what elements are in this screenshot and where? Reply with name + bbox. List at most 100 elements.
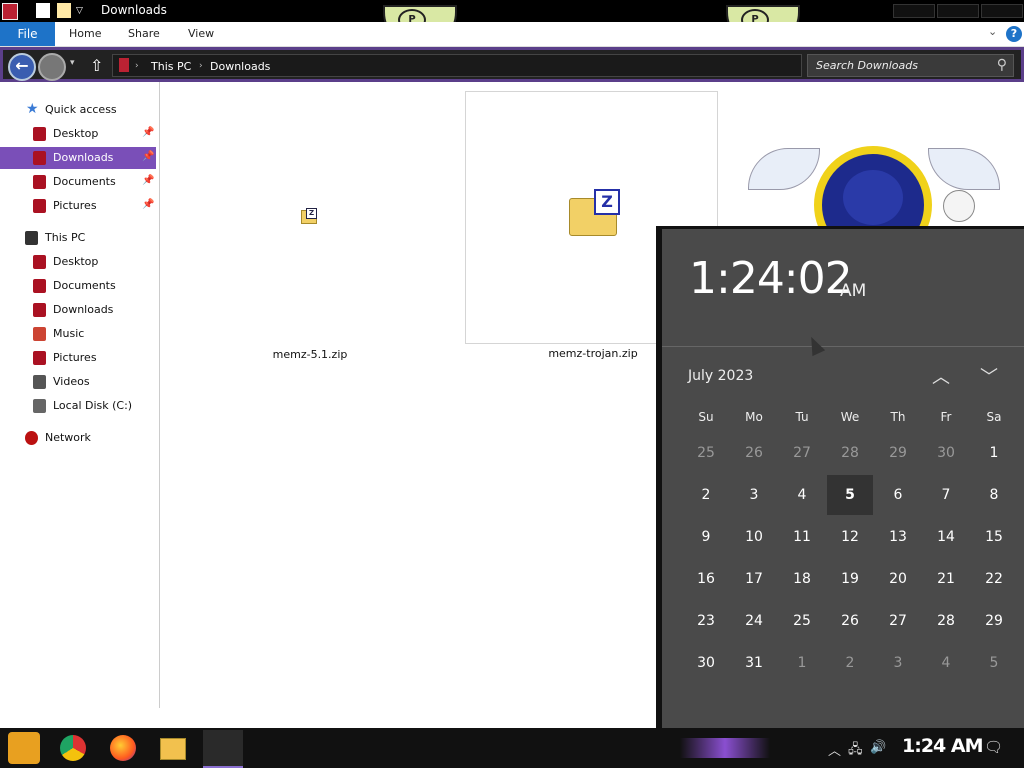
month-label[interactable]: July 2023 (688, 368, 753, 384)
calendar-day[interactable]: 10 (731, 517, 777, 557)
address-box[interactable]: › This PC › Downloads (112, 54, 802, 77)
calendar-day[interactable]: 15 (971, 517, 1017, 557)
sidebar-item-pc-downloads[interactable]: Downloads (0, 299, 156, 321)
tab-file[interactable]: File (0, 22, 55, 46)
calendar-day[interactable]: 4 (923, 643, 969, 683)
maximize-button[interactable] (937, 4, 979, 18)
calendar-day[interactable]: 22 (971, 559, 1017, 599)
calendar-day[interactable]: 3 (731, 475, 777, 515)
chrome-icon[interactable] (60, 735, 86, 761)
recent-locations-chevron-icon[interactable]: ▾ (70, 58, 75, 68)
customize-toolbar-chevron-icon[interactable]: ▽ (76, 6, 90, 21)
calendar-day[interactable]: 26 (731, 433, 777, 473)
calendar-day[interactable]: 7 (923, 475, 969, 515)
pin-icon[interactable]: 📌 (142, 151, 154, 162)
calendar-day[interactable]: 30 (683, 643, 729, 683)
calendar-day[interactable]: 4 (779, 475, 825, 515)
pin-icon[interactable]: 📌 (142, 175, 154, 186)
sidebar-item-desktop[interactable]: Desktop 📌 (0, 123, 156, 145)
tab-view[interactable]: View (188, 27, 214, 40)
sidebar-item-pc-music[interactable]: Music (0, 323, 156, 345)
calendar-day[interactable]: 31 (731, 643, 777, 683)
back-button[interactable]: ← (8, 53, 36, 81)
calendar-day[interactable]: 28 (827, 433, 873, 473)
up-arrow-icon[interactable]: ⇧ (90, 56, 103, 75)
tab-share[interactable]: Share (128, 27, 160, 40)
sidebar-item-pc-videos[interactable]: Videos (0, 371, 156, 393)
navigation-bar: ← ▾ ⇧ › This PC › Downloads Search Downl… (3, 50, 1021, 81)
expand-ribbon-chevron-icon[interactable]: ⌄ (988, 25, 997, 38)
calendar-day[interactable]: 18 (779, 559, 825, 599)
calendar-day[interactable]: 16 (683, 559, 729, 599)
calendar-day[interactable]: 1 (971, 433, 1017, 473)
help-icon[interactable]: ? (1006, 26, 1022, 42)
sidebar-item-pc-documents[interactable]: Documents (0, 275, 156, 297)
breadcrumb-downloads[interactable]: Downloads (210, 60, 270, 73)
search-input[interactable]: Search Downloads ⚲ (807, 54, 1014, 77)
tab-home[interactable]: Home (69, 27, 101, 40)
volume-icon[interactable]: 🔊 (870, 740, 886, 755)
calendar-day[interactable]: 25 (683, 433, 729, 473)
sidebar-item-this-pc[interactable]: This PC (0, 227, 156, 249)
calendar-day[interactable]: 14 (923, 517, 969, 557)
properties-icon[interactable] (36, 3, 50, 18)
sonic-app-icon[interactable] (203, 730, 243, 768)
calendar-day[interactable]: 3 (875, 643, 921, 683)
calendar-day[interactable]: 27 (875, 601, 921, 641)
calendar-day[interactable]: 29 (971, 601, 1017, 641)
calendar-day[interactable]: 29 (875, 433, 921, 473)
calendar-day[interactable]: 20 (875, 559, 921, 599)
calendar-day[interactable]: 5 (971, 643, 1017, 683)
calendar-day[interactable]: 8 (971, 475, 1017, 515)
firefox-icon[interactable] (110, 735, 136, 761)
calendar-day[interactable]: 26 (827, 601, 873, 641)
file-item-memz-5-1[interactable]: Z memz-5.1.zip (216, 120, 406, 370)
chevron-down-icon[interactable]: ﹀ (980, 363, 998, 389)
calendar-day[interactable]: 6 (875, 475, 921, 515)
app-icon[interactable] (2, 3, 18, 20)
network-tray-icon[interactable]: 🖧 (848, 740, 863, 762)
calendar-day[interactable]: 30 (923, 433, 969, 473)
calendar-day[interactable]: 19 (827, 559, 873, 599)
calendar-day[interactable]: 21 (923, 559, 969, 599)
action-center-icon[interactable]: 🗨 (984, 738, 1003, 756)
forward-button[interactable] (38, 53, 66, 81)
pin-icon[interactable]: 📌 (142, 127, 154, 138)
calendar-day[interactable]: 13 (875, 517, 921, 557)
calendar-day[interactable]: 9 (683, 517, 729, 557)
pin-icon[interactable]: 📌 (142, 199, 154, 210)
sidebar-item-local-disk[interactable]: Local Disk (C:) (0, 395, 156, 417)
weekday-label: We (840, 410, 860, 424)
calendar-day[interactable]: 2 (683, 475, 729, 515)
sidebar-item-quick-access[interactable]: ★ Quick access (0, 99, 156, 121)
new-folder-icon[interactable] (57, 3, 71, 18)
calendar-day[interactable]: 23 (683, 601, 729, 641)
sidebar-item-pictures[interactable]: Pictures 📌 (0, 195, 156, 217)
close-button[interactable] (981, 4, 1023, 18)
calendar-day[interactable]: 17 (731, 559, 777, 599)
start-icon[interactable] (8, 732, 40, 764)
sidebar-item-pc-pictures[interactable]: Pictures (0, 347, 156, 369)
sidebar-item-downloads[interactable]: Downloads 📌 (0, 147, 156, 169)
show-hidden-icons-chevron-icon[interactable]: ︿ (828, 740, 841, 759)
file-explorer-icon[interactable] (160, 738, 186, 760)
chevron-up-icon[interactable]: ︿ (932, 363, 950, 389)
calendar-day[interactable]: 27 (779, 433, 825, 473)
sidebar-item-documents[interactable]: Documents 📌 (0, 171, 156, 193)
calendar-day[interactable]: 1 (779, 643, 825, 683)
taskbar-clock[interactable]: 1:24 AM (902, 735, 983, 757)
navigation-pane: ★ Quick access Desktop 📌 Downloads 📌 Doc… (0, 82, 160, 708)
breadcrumb-this-pc[interactable]: This PC (151, 60, 191, 73)
sidebar-item-network[interactable]: Network (0, 427, 156, 449)
sidebar-item-pc-desktop[interactable]: Desktop (0, 251, 156, 273)
calendar-day[interactable]: 2 (827, 643, 873, 683)
calendar-day[interactable]: 11 (779, 517, 825, 557)
calendar-day[interactable]: 25 (779, 601, 825, 641)
search-icon[interactable]: ⚲ (997, 57, 1007, 73)
calendar-day[interactable]: 24 (731, 601, 777, 641)
calendar-day[interactable]: 28 (923, 601, 969, 641)
calendar-day[interactable]: 12 (827, 517, 873, 557)
sidebar-item-label: Music (53, 327, 85, 340)
minimize-button[interactable] (893, 4, 935, 18)
calendar-day[interactable]: 5 (827, 475, 873, 515)
